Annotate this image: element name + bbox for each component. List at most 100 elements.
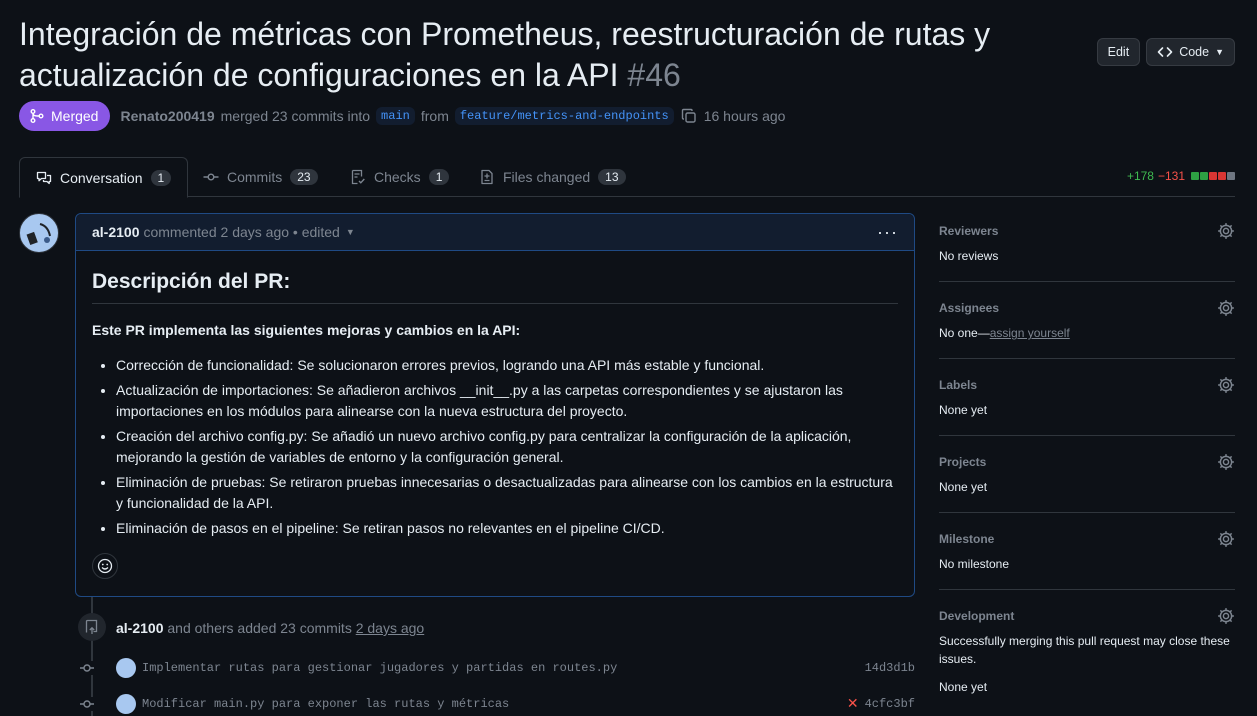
diff-additions: +178	[1126, 169, 1154, 183]
avatar[interactable]	[19, 213, 59, 253]
pr-title: Integración de métricas con Prometheus, …	[19, 14, 1019, 96]
diffstat-block	[1209, 172, 1217, 180]
sidebar-value: No one—assign yourself	[939, 324, 1235, 342]
diffstat-block	[1200, 172, 1208, 180]
sidebar-title: Assignees	[939, 301, 1000, 315]
comment-meta[interactable]: commented 2 days ago • edited	[143, 224, 339, 240]
sidebar-value: No reviews	[939, 249, 999, 263]
comment-author[interactable]: al-2100	[92, 224, 139, 240]
sidebar-title: Development	[939, 609, 1015, 623]
kebab-menu-icon[interactable]: ···	[877, 222, 898, 243]
head-branch[interactable]: feature/metrics-and-endpoints	[454, 107, 674, 125]
tab-label: Commits	[227, 169, 283, 185]
gear-icon[interactable]	[1217, 607, 1235, 625]
copy-icon[interactable]	[680, 107, 698, 125]
file-diff-icon	[481, 169, 493, 185]
change-list: Corrección de funcionalidad: Se solucion…	[92, 355, 898, 539]
edit-button[interactable]: Edit	[1096, 38, 1141, 66]
pr-description-comment: al-2100 commented 2 days ago • edited ▼ …	[75, 213, 915, 597]
edit-label: Edit	[1107, 45, 1130, 59]
event-text: and others added 23 commits	[167, 620, 352, 636]
tab-conversation[interactable]: Conversation 1	[19, 157, 189, 198]
gear-icon[interactable]	[1217, 453, 1235, 471]
smiley-icon	[97, 558, 113, 574]
comment-header: al-2100 commented 2 days ago • edited ▼ …	[76, 214, 914, 251]
merge-icon	[30, 109, 44, 123]
tab-count: 23	[290, 169, 318, 185]
commit-icon	[203, 173, 219, 181]
pr-time: 16 hours ago	[703, 108, 786, 124]
pr-tabs: Conversation 1 Commits 23 Checks 1 Files…	[19, 157, 1235, 198]
sidebar-value: No milestone	[939, 557, 1010, 571]
commit-icon	[80, 697, 94, 711]
development-note: Successfully merging this pull request m…	[939, 634, 1230, 666]
list-item: Eliminación de pasos en el pipeline: Se …	[116, 518, 898, 539]
commit-row[interactable]: Modificar main.py para exponer las rutas…	[80, 694, 915, 714]
sidebar-development: Development Successfully merging this pu…	[939, 606, 1235, 712]
tab-commits[interactable]: Commits 23	[187, 157, 334, 197]
commits-added-event: al-2100 and others added 23 commits 2 da…	[116, 620, 424, 636]
chevron-down-icon[interactable]: ▼	[346, 227, 355, 237]
sidebar-title: Milestone	[939, 532, 995, 546]
from-text: from	[420, 108, 449, 124]
code-label: Code	[1179, 45, 1210, 59]
assign-yourself-link[interactable]: assign yourself	[990, 326, 1070, 340]
gear-icon[interactable]	[1217, 376, 1235, 394]
chevron-down-icon: ▼	[1215, 47, 1224, 57]
tab-label: Files changed	[503, 169, 591, 185]
sidebar-value: None yet	[939, 680, 988, 694]
avatar	[116, 694, 136, 714]
tab-count: 13	[598, 169, 626, 185]
commit-sha[interactable]: 14d3d1b	[865, 661, 915, 675]
comment-body: Descripción del PR: Este PR implementa l…	[76, 251, 914, 561]
sidebar-projects: Projects None yet	[939, 452, 1235, 513]
commit-sha-text: 4cfc3bf	[864, 697, 915, 711]
tab-files-changed[interactable]: Files changed 13	[463, 157, 642, 197]
commit-message[interactable]: Implementar rutas para gestionar jugador…	[142, 661, 617, 675]
sidebar-value: None yet	[939, 403, 988, 417]
commit-sha[interactable]: ✕ 4cfc3bf	[847, 696, 915, 712]
diffstat-block	[1227, 172, 1235, 180]
merged-badge: Merged	[19, 101, 111, 131]
commit-sha-text: 14d3d1b	[864, 661, 915, 675]
repo-push-icon	[78, 613, 106, 641]
diffstat-block	[1191, 172, 1199, 180]
tab-label: Conversation	[60, 169, 143, 186]
pr-sidebar: Reviewers No reviews Assignees No one—as…	[939, 221, 1235, 716]
sidebar-title: Reviewers	[939, 224, 999, 238]
pr-title-text: Integración de métricas con Prometheus, …	[19, 16, 991, 93]
check-failed-icon[interactable]: ✕	[847, 696, 859, 712]
tab-count: 1	[150, 169, 172, 186]
gear-icon[interactable]	[1217, 530, 1235, 548]
tab-count: 1	[428, 169, 450, 185]
sidebar-reviewers: Reviewers No reviews	[939, 221, 1235, 282]
base-branch[interactable]: main	[376, 107, 415, 125]
sidebar-labels: Labels None yet	[939, 375, 1235, 436]
list-item: Actualización de importaciones: Se añadi…	[116, 380, 898, 422]
commit-message[interactable]: Modificar main.py para exponer las rutas…	[142, 697, 509, 711]
assignees-value: No one—	[939, 326, 990, 340]
add-reaction-button[interactable]	[92, 553, 118, 579]
sidebar-title: Labels	[939, 378, 978, 392]
diffstat-block	[1218, 172, 1226, 180]
commit-icon	[80, 661, 94, 675]
diffstat: +178 −131	[1127, 169, 1235, 183]
checklist-icon	[351, 169, 365, 185]
merged-label: Merged	[51, 108, 99, 124]
comment-intro: Este PR implementa las siguientes mejora…	[92, 322, 521, 338]
gear-icon[interactable]	[1217, 299, 1235, 317]
sidebar-title: Projects	[939, 455, 987, 469]
sidebar-milestone: Milestone No milestone	[939, 529, 1235, 590]
event-author[interactable]: al-2100	[116, 620, 163, 636]
gear-icon[interactable]	[1217, 222, 1235, 240]
commit-row[interactable]: Implementar rutas para gestionar jugador…	[80, 658, 915, 678]
code-button[interactable]: Code ▼	[1146, 38, 1235, 66]
code-icon	[1157, 47, 1173, 57]
tab-checks[interactable]: Checks 1	[334, 157, 465, 197]
pr-author[interactable]: Renato200419	[120, 108, 214, 124]
merge-text: merged 23 commits into	[220, 108, 371, 124]
pr-meta: Merged Renato200419 merged 23 commits in…	[19, 101, 785, 131]
sidebar-assignees: Assignees No one—assign yourself	[939, 298, 1235, 359]
event-time[interactable]: 2 days ago	[356, 620, 425, 636]
diffstat-blocks	[1191, 172, 1235, 180]
